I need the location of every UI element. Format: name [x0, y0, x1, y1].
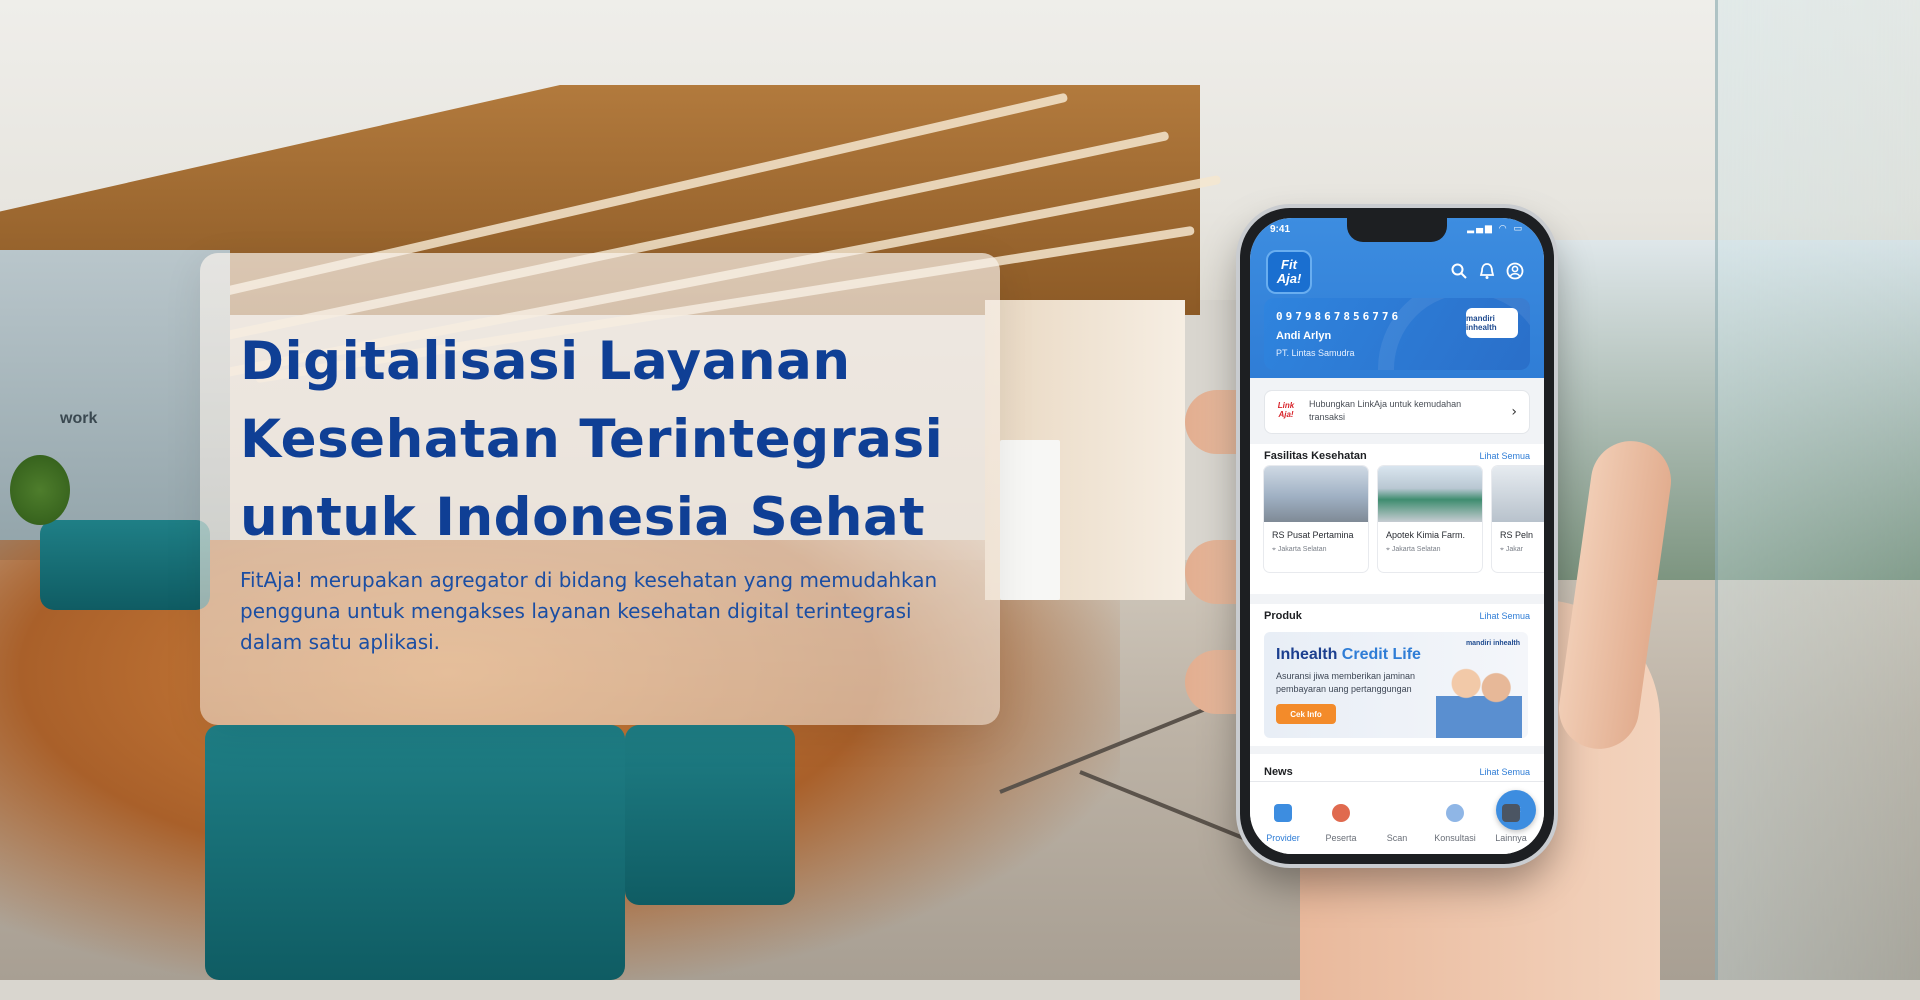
- tab-konsultasi[interactable]: Konsultasi: [1426, 804, 1484, 846]
- facility-card[interactable]: RS Peln ⌖ Jakar: [1492, 466, 1544, 572]
- tab-label: Konsultasi: [1434, 833, 1476, 843]
- facility-card[interactable]: Apotek Kimia Farm. ⌖ Jakarta Selatan: [1378, 466, 1482, 572]
- promo-title: Inhealth Credit Life: [1276, 646, 1421, 663]
- facility-name: RS Pusat Pertamina: [1272, 530, 1354, 540]
- promo-insurer-logo: mandiri inhealth: [1465, 640, 1520, 647]
- doctor-icon: [1446, 804, 1464, 822]
- facility-image: [1492, 466, 1544, 522]
- facility-card[interactable]: RS Pusat Pertamina ⌖ Jakarta Selatan: [1264, 466, 1368, 572]
- linkaja-text: Hubungkan LinkAja untuk kemudahan transa…: [1309, 399, 1462, 422]
- reception-desk: [1000, 440, 1060, 600]
- facilities-see-all[interactable]: Lihat Semua: [1479, 451, 1530, 461]
- hospital-icon: [1274, 804, 1292, 822]
- tab-lainnya[interactable]: Lainnya: [1482, 804, 1540, 846]
- phone-mockup: 9:41 ▂▄▆ ◠ ▭ Fit Aja! 0979867856776 Andi…: [1240, 208, 1554, 864]
- bottom-tab-bar: Provider Peserta ⌗ Scan Konsultasi Lainn…: [1250, 781, 1544, 854]
- news-see-all[interactable]: Lihat Semua: [1479, 767, 1530, 777]
- hero-title: Digitalisasi Layanan Kesehatan Terintegr…: [240, 331, 944, 548]
- tab-provider[interactable]: Provider: [1254, 804, 1312, 846]
- card-company: PT. Lintas Samudra: [1276, 348, 1355, 358]
- app-screen: 9:41 ▂▄▆ ◠ ▭ Fit Aja! 0979867856776 Andi…: [1250, 218, 1544, 854]
- linkaja-logo: Link Aja!: [1277, 401, 1295, 419]
- glass-partition: [1715, 0, 1920, 980]
- facility-name: Apotek Kimia Farm.: [1386, 530, 1466, 540]
- facility-location: ⌖ Jakarta Selatan: [1272, 546, 1327, 553]
- facility-image: [1378, 466, 1482, 522]
- promo-banner[interactable]: Inhealth Credit Life Asuransi jiwa membe…: [1264, 632, 1528, 738]
- teal-sofa: [40, 520, 210, 610]
- linkaja-connect-row[interactable]: Link Aja! Hubungkan LinkAja untuk kemuda…: [1264, 390, 1530, 434]
- promo-subtitle: Asuransi jiwa memberikan jaminan pembaya…: [1276, 671, 1416, 694]
- status-icons: ▂▄▆ ◠ ▭: [1467, 224, 1524, 234]
- tab-label: Peserta: [1325, 833, 1357, 843]
- tab-label: Scan: [1386, 833, 1408, 843]
- profile-icon[interactable]: [1506, 262, 1524, 280]
- phone-notch: [1347, 218, 1447, 242]
- tab-peserta[interactable]: Peserta: [1312, 804, 1370, 846]
- grid-icon: [1502, 804, 1520, 822]
- products-see-all[interactable]: Lihat Semua: [1479, 611, 1530, 621]
- teal-sofa: [205, 725, 625, 980]
- tab-scan[interactable]: ⌗ Scan: [1368, 790, 1536, 846]
- insurer-logo: mandiri inhealth: [1466, 308, 1518, 338]
- hero-description: FitAja! merupakan agregator di bidang ke…: [240, 568, 938, 654]
- person-icon: [1332, 804, 1350, 822]
- card-holder-name: Andi Arlyn: [1276, 330, 1332, 342]
- card-number: 0979867856776: [1276, 310, 1402, 323]
- status-time: 9:41: [1270, 224, 1291, 235]
- hero-card: Digitalisasi Layanan Kesehatan Terintegr…: [200, 253, 1000, 725]
- products-title: Produk: [1264, 610, 1302, 622]
- tab-label: Provider: [1266, 833, 1300, 843]
- glass-wall-text: work: [60, 410, 98, 427]
- bell-icon[interactable]: [1478, 262, 1496, 280]
- promo-photo: [1436, 654, 1522, 738]
- search-icon[interactable]: [1450, 262, 1468, 280]
- facility-location: ⌖ Jakar: [1500, 546, 1524, 553]
- teal-sofa: [625, 725, 795, 905]
- facility-image: [1264, 466, 1368, 522]
- cek-info-button[interactable]: Cek Info: [1276, 704, 1336, 724]
- chevron-right-icon: ›: [1511, 404, 1517, 420]
- facility-name: RS Peln: [1500, 530, 1534, 540]
- tab-label: Lainnya: [1495, 833, 1527, 843]
- member-card[interactable]: 0979867856776 Andi Arlyn PT. Lintas Samu…: [1264, 298, 1530, 370]
- facility-location: ⌖ Jakarta Selatan: [1386, 546, 1441, 553]
- facilities-title: Fasilitas Kesehatan: [1264, 450, 1367, 462]
- potted-plant: [10, 455, 70, 525]
- app-logo[interactable]: Fit Aja!: [1266, 250, 1312, 294]
- news-title: News: [1264, 766, 1293, 778]
